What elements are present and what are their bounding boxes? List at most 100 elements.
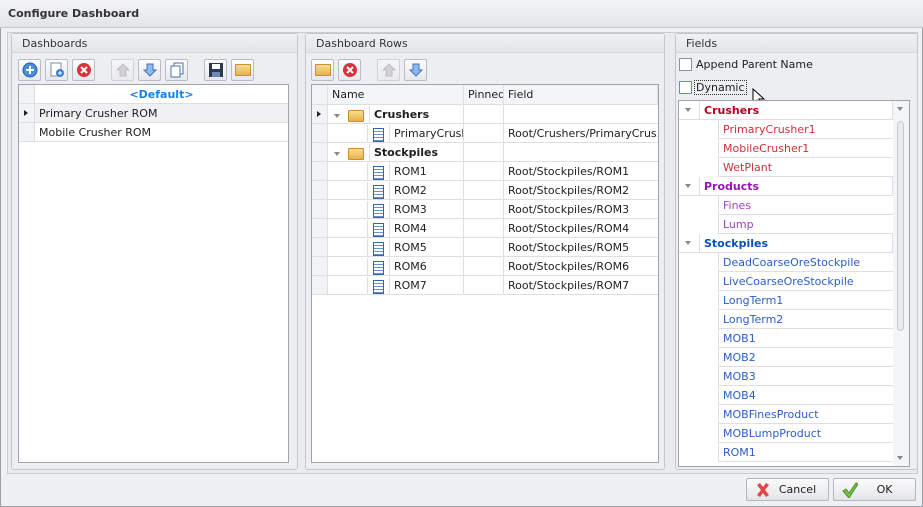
add-row-button[interactable] — [311, 59, 334, 81]
column-header-field[interactable]: Field — [504, 85, 658, 104]
table-row[interactable]: ROM5 Root/Stockpiles/ROM5 — [312, 238, 658, 257]
pinned-cell[interactable] — [464, 219, 504, 238]
field-group[interactable]: Products — [679, 177, 893, 196]
save-button[interactable] — [204, 59, 227, 81]
pinned-cell[interactable] — [464, 105, 504, 124]
field-item[interactable]: ROM1 — [718, 443, 893, 462]
indent — [328, 201, 368, 219]
pinned-cell[interactable] — [464, 238, 504, 257]
field-doc-icon — [373, 260, 384, 275]
move-down-button[interactable] — [138, 59, 161, 81]
row-name: ROM7 — [389, 277, 463, 295]
scrollbar-thumb[interactable] — [897, 121, 904, 331]
group-row[interactable]: Crushers — [312, 105, 658, 124]
row-indicator — [312, 105, 328, 123]
dynamic-checkbox[interactable] — [679, 81, 692, 94]
table-row[interactable]: ROM6 Root/Stockpiles/ROM6 — [312, 257, 658, 276]
ok-button[interactable]: OK — [833, 478, 916, 501]
cancel-button[interactable]: Cancel — [746, 478, 829, 501]
scroll-up-icon[interactable] — [897, 107, 903, 111]
column-header-name[interactable]: Name — [328, 85, 464, 104]
column-header-pinned[interactable]: Pinned — [464, 85, 504, 104]
dashboard-row[interactable]: Primary Crusher ROM — [19, 104, 288, 123]
pinned-cell[interactable] — [464, 257, 504, 276]
field-item[interactable]: MOB4 — [718, 386, 893, 405]
field-item[interactable]: PrimaryCrusher1 — [718, 120, 893, 139]
add-dashboard-button[interactable] — [18, 59, 41, 81]
row-indicator — [19, 123, 35, 141]
expand-chevron-icon[interactable] — [685, 184, 691, 188]
row-name: ROM5 — [389, 239, 463, 257]
name-cell: ROM6 — [328, 257, 464, 276]
scroll-down-icon[interactable] — [897, 456, 903, 460]
group-row[interactable]: Stockpiles — [312, 143, 658, 162]
field-item[interactable]: Fines — [718, 196, 893, 215]
pinned-cell[interactable] — [464, 124, 504, 143]
field-item[interactable]: MOBLumpProduct — [718, 424, 893, 443]
new-dashboard-button[interactable] — [45, 59, 68, 81]
row-move-up-button[interactable] — [377, 59, 400, 81]
open-button[interactable] — [231, 59, 254, 81]
field-cell: Root/Stockpiles/ROM7 — [508, 279, 630, 292]
append-parent-name-label[interactable]: Append Parent Name — [696, 58, 813, 71]
field-item[interactable]: LongTerm1 — [718, 291, 893, 310]
field-group[interactable]: Crushers — [679, 101, 893, 120]
field-group-name: Products — [699, 177, 893, 196]
field-item-name: LongTerm2 — [723, 313, 784, 326]
dashboard-row[interactable]: <Default> — [19, 85, 288, 104]
delete-dashboard-button[interactable] — [72, 59, 95, 81]
field-item-name: MOB3 — [723, 370, 756, 383]
field-item[interactable]: LiveCoarseOreStockpile — [718, 272, 893, 291]
name-cell: ROM1 — [328, 162, 464, 181]
field-item-name: ROM1 — [723, 446, 756, 459]
move-up-button[interactable] — [111, 59, 134, 81]
table-row[interactable]: ROM2 Root/Stockpiles/ROM2 — [312, 181, 658, 200]
field-doc-icon — [373, 203, 384, 218]
field-item[interactable]: MOB1 — [718, 329, 893, 348]
field-item[interactable]: MOBFinesProduct — [718, 405, 893, 424]
expand-chevron-icon[interactable] — [685, 241, 691, 245]
copy-button[interactable] — [165, 59, 188, 81]
delete-row-button[interactable] — [338, 59, 361, 81]
table-row[interactable]: ROM1 Root/Stockpiles/ROM1 — [312, 162, 658, 181]
expand-chevron-icon[interactable] — [334, 113, 340, 118]
field-item-name: Fines — [723, 199, 752, 212]
row-name: ROM1 — [389, 163, 463, 181]
dashboard-row[interactable]: Mobile Crusher ROM — [19, 123, 288, 142]
expand-chevron-icon[interactable] — [334, 151, 340, 156]
field-item[interactable]: LongTerm2 — [718, 310, 893, 329]
pinned-cell[interactable] — [464, 181, 504, 200]
field-item[interactable]: WetPlant — [718, 158, 893, 177]
field-item[interactable]: MobileCrusher1 — [718, 139, 893, 158]
field-item[interactable]: MOB2 — [718, 348, 893, 367]
field-item[interactable]: Lump — [718, 215, 893, 234]
delete-icon — [76, 63, 91, 77]
field-item[interactable]: DeadCoarseOreStockpile — [718, 253, 893, 272]
row-name: ROM2 — [389, 182, 463, 200]
arrow-down-icon — [142, 63, 157, 77]
grid-header: Name Pinned Field — [312, 85, 658, 105]
table-row[interactable]: PrimaryCrush... Root/Crushers/PrimaryCrus… — [312, 124, 658, 143]
row-name: ROM4 — [389, 220, 463, 238]
field-group[interactable]: Stockpiles — [679, 234, 893, 253]
pinned-cell[interactable] — [464, 200, 504, 219]
pinned-cell[interactable] — [464, 276, 504, 295]
field-item-name: MOB4 — [723, 389, 756, 402]
pinned-cell[interactable] — [464, 162, 504, 181]
pinned-cell[interactable] — [464, 143, 504, 162]
expand-chevron-icon[interactable] — [685, 108, 691, 112]
table-row[interactable]: ROM4 Root/Stockpiles/ROM4 — [312, 219, 658, 238]
table-row[interactable]: ROM3 Root/Stockpiles/ROM3 — [312, 200, 658, 219]
row-move-down-button[interactable] — [404, 59, 427, 81]
row-indicator — [312, 219, 328, 237]
copy-icon — [170, 62, 183, 78]
vertical-scrollbar[interactable] — [893, 101, 909, 466]
dynamic-label[interactable]: Dynamic — [694, 80, 747, 95]
folder-icon — [348, 109, 364, 122]
row-indicator — [312, 181, 328, 199]
append-parent-name-checkbox[interactable] — [679, 58, 692, 71]
field-item[interactable]: MOB3 — [718, 367, 893, 386]
name-cell: PrimaryCrush... — [328, 124, 464, 143]
table-row[interactable]: ROM7 Root/Stockpiles/ROM7 — [312, 276, 658, 295]
window-title: Configure Dashboard — [0, 0, 923, 28]
